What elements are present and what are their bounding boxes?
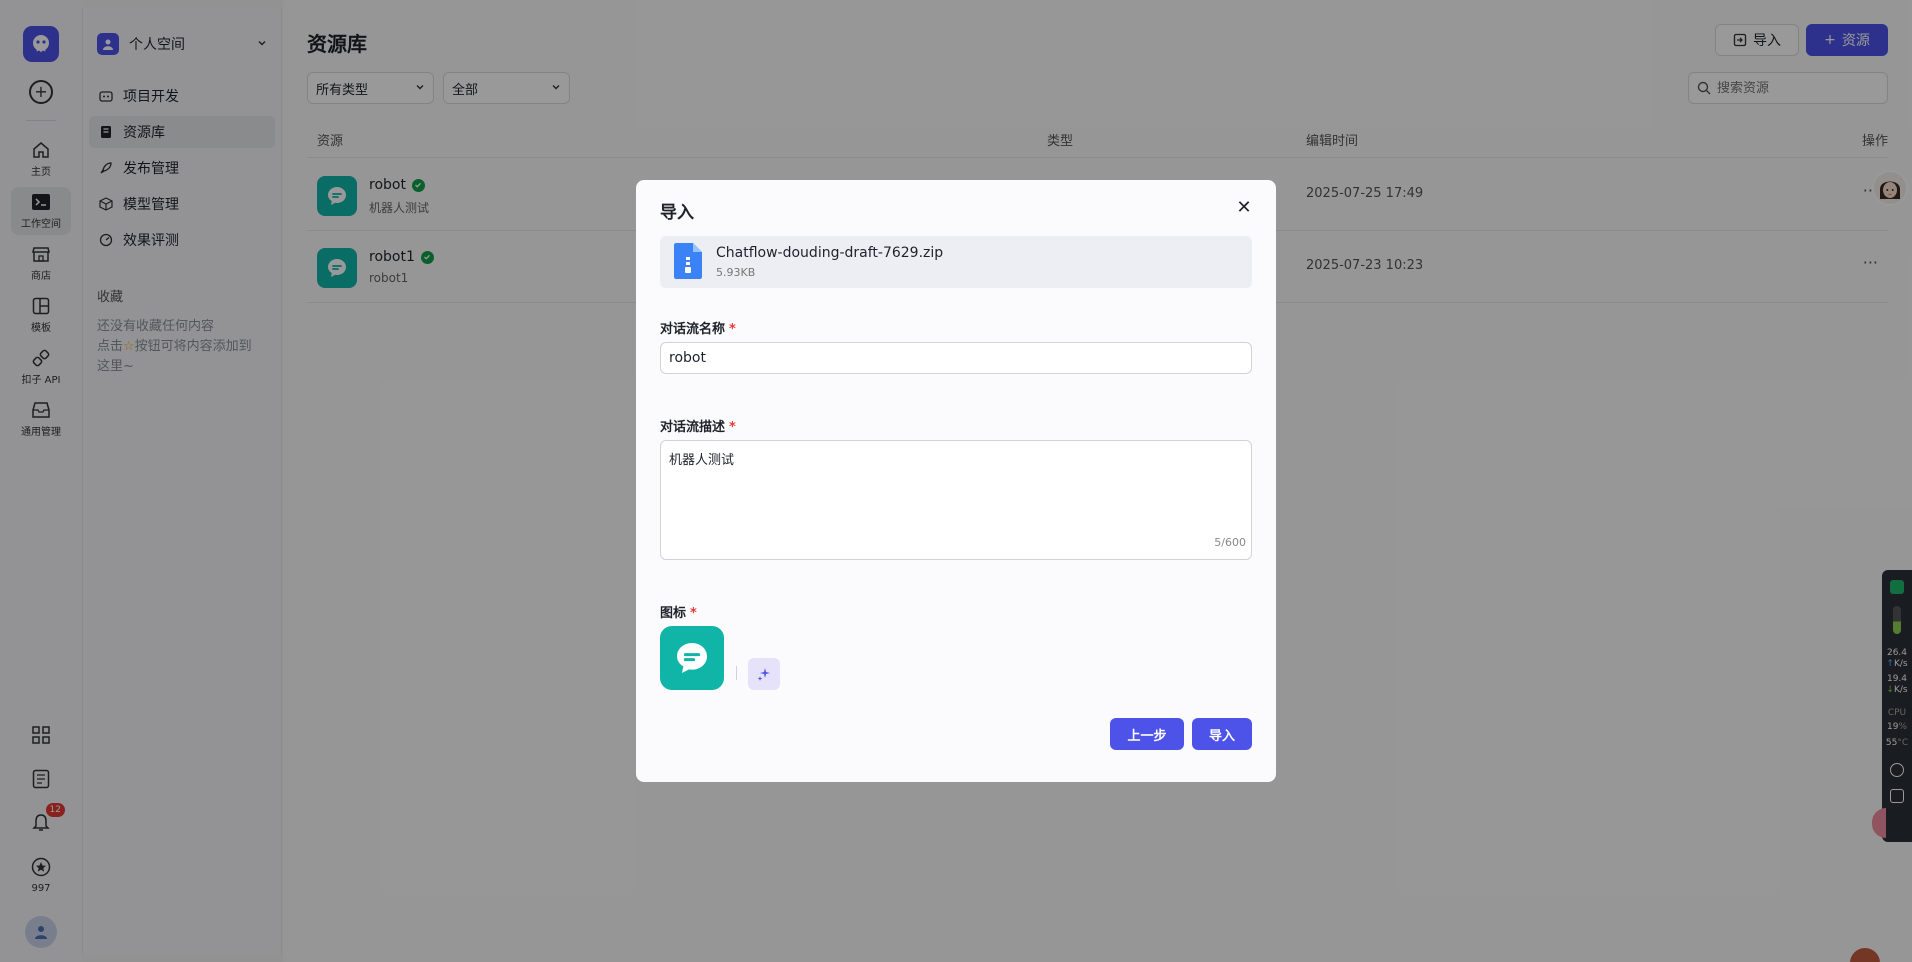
required-mark: * (729, 420, 736, 435)
icon-divider (736, 666, 737, 680)
name-field-label: 对话流名称 * (660, 318, 736, 337)
confirm-import-button[interactable]: 导入 (1192, 718, 1252, 750)
icon-label-text: 图标 (660, 606, 687, 621)
file-card: Chatflow-douding-draft-7629.zip 5.93KB (660, 236, 1252, 288)
char-counter: 5/600 (1214, 536, 1246, 549)
chatflow-name-input[interactable] (660, 342, 1252, 374)
chat-bubble-icon (677, 643, 707, 673)
ai-generate-icon-button[interactable] (748, 658, 780, 690)
required-mark: * (729, 322, 736, 337)
zip-file-icon (674, 243, 702, 279)
import-dialog: 导入 ✕ Chatflow-douding-draft-7629.zip 5.9… (636, 180, 1276, 782)
desc-label-text: 对话流描述 (660, 420, 726, 435)
dialog-title: 导入 (660, 203, 694, 223)
name-label-text: 对话流名称 (660, 322, 726, 337)
desc-field-label: 对话流描述 * (660, 416, 736, 435)
sparkle-icon (757, 668, 770, 681)
required-mark: * (690, 606, 697, 621)
chatflow-icon-preview[interactable] (660, 626, 724, 690)
file-size: 5.93KB (716, 266, 756, 279)
previous-step-button[interactable]: 上一步 (1110, 718, 1184, 750)
chatflow-description-textarea[interactable]: 机器人测试 (660, 440, 1252, 560)
close-icon[interactable]: ✕ (1236, 199, 1252, 217)
file-name: Chatflow-douding-draft-7629.zip (716, 245, 944, 261)
icon-field-label: 图标 * (660, 602, 697, 621)
